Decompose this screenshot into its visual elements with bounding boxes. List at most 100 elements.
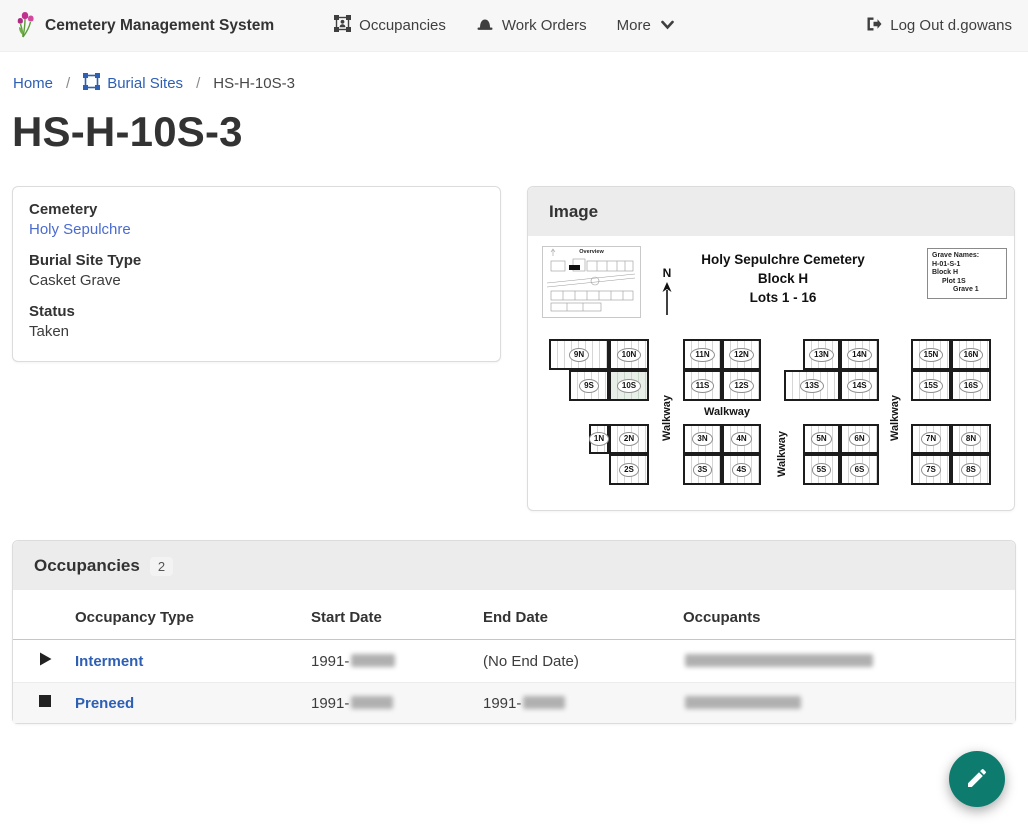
plot-label: 3N — [692, 432, 712, 446]
walkway-label: Walkway — [704, 406, 750, 418]
column-header-occupants: Occupants — [683, 590, 1015, 640]
pencil-icon — [965, 766, 989, 793]
plot-label: 5N — [811, 432, 831, 446]
plot-cell-9s: 9S — [569, 370, 609, 401]
plot-label: 16N — [959, 348, 984, 362]
plot-cell-8n: 8N — [951, 424, 991, 454]
breadcrumb-home-link[interactable]: Home — [13, 75, 53, 92]
edit-fab-button[interactable] — [949, 751, 1005, 807]
plot-map-image: Overview — [528, 236, 1014, 506]
plot-label: 13N — [809, 348, 834, 362]
burial-site-detail-page: Cemetery Management System Occupancies — [0, 0, 1028, 830]
end-date-text: (No End Date) — [483, 653, 579, 670]
walkway-label: Walkway — [776, 431, 788, 477]
nav-label: More — [617, 17, 651, 34]
start-date-prefix: 1991- — [311, 653, 349, 670]
walkway-label: Walkway — [889, 395, 901, 441]
plot-label: 15S — [919, 379, 943, 393]
plot-cell-14n: 14N — [840, 339, 879, 370]
column-header-start-date: Start Date — [311, 590, 483, 640]
logout-label: Log Out d.gowans — [890, 17, 1012, 34]
plot-label: 12S — [729, 379, 753, 393]
plot-label: 14N — [847, 348, 872, 362]
plot-cell-10s: 10S — [609, 370, 649, 401]
plot-cell-3n: 3N — [683, 424, 722, 454]
app-brand[interactable]: Cemetery Management System — [16, 10, 274, 42]
plot-label: 9N — [569, 348, 589, 362]
occupancies-header-label: Occupancies — [34, 556, 140, 576]
column-header-icon — [13, 590, 75, 640]
plot-cell-2s: 2S — [609, 454, 649, 485]
plot-label: 15N — [919, 348, 944, 362]
legend-line: Plot 1S — [932, 278, 1002, 287]
map-title: Holy Sepulchre Cemetery Block H Lots 1 -… — [648, 250, 918, 307]
field-value-status: Taken — [29, 323, 484, 340]
nav-label: Work Orders — [502, 17, 587, 34]
cemetery-link[interactable]: Holy Sepulchre — [29, 221, 131, 238]
occupancy-row-interment: Interment 1991- (No End Date) — [13, 640, 1015, 683]
plot-cell-12s: 12S — [722, 370, 761, 401]
column-header-occupancy-type: Occupancy Type — [75, 590, 311, 640]
field-label-cemetery: Cemetery — [29, 201, 484, 218]
plot-label: 6N — [849, 432, 869, 446]
end-date-prefix: 1991- — [483, 695, 521, 712]
breadcrumb-burial-sites-link[interactable]: Burial Sites — [83, 73, 183, 94]
breadcrumb-current: HS-H-10S-3 — [213, 75, 295, 92]
plot-label: 7N — [921, 432, 941, 446]
page-title: HS-H-10S-3 — [12, 108, 1028, 156]
nav-item-more[interactable]: More — [617, 17, 674, 34]
breadcrumb-separator: / — [66, 75, 70, 92]
redacted-end-date — [523, 696, 565, 709]
occupancies-card: Occupancies 2 Occupancy Type Start Date … — [12, 540, 1016, 724]
plot-label: 7S — [921, 463, 941, 477]
occupancy-row-preneed: Preneed 1991- 1991- — [13, 683, 1015, 724]
overview-inset-map: Overview — [542, 246, 641, 318]
breadcrumb-separator: / — [196, 75, 200, 92]
field-label-status: Status — [29, 303, 484, 320]
site-details-card: Cemetery Holy Sepulchre Burial Site Type… — [12, 186, 501, 362]
plot-label: 4N — [731, 432, 751, 446]
field-value-burial-site-type: Casket Grave — [29, 272, 484, 289]
nav-item-occupancies[interactable]: Occupancies — [334, 15, 446, 36]
occupancies-table: Occupancy Type Start Date End Date Occup… — [13, 590, 1015, 723]
redacted-occupants — [685, 654, 873, 667]
interment-link[interactable]: Interment — [75, 653, 143, 670]
plot-cell-5n: 5N — [803, 424, 840, 454]
plot-label: 9S — [579, 379, 599, 393]
legend-line: Grave Names: — [932, 252, 1002, 261]
breadcrumb-label: Burial Sites — [107, 75, 183, 92]
plot-label: 4S — [732, 463, 752, 477]
plot-cell-11s: 11S — [683, 370, 722, 401]
play-icon — [38, 654, 53, 671]
plot-label: 10S — [617, 379, 641, 393]
image-card-header: Image — [528, 187, 1014, 236]
plot-label: 2N — [619, 432, 639, 446]
column-header-end-date: End Date — [483, 590, 683, 640]
grave-names-legend: Grave Names: H-01-S-1 Block H Plot 1S Gr… — [927, 248, 1007, 299]
redacted-start-date — [351, 696, 393, 709]
nav-item-work-orders[interactable]: Work Orders — [476, 16, 587, 36]
plot-cell-16s: 16S — [951, 370, 991, 401]
walkway-label: Walkway — [661, 395, 673, 441]
plot-label: 13S — [800, 379, 824, 393]
logout-button[interactable]: Log Out d.gowans — [865, 16, 1012, 36]
chevron-down-icon — [661, 17, 674, 34]
plot-label: 12N — [729, 348, 754, 362]
plot-cell-4n: 4N — [722, 424, 761, 454]
preneed-link[interactable]: Preneed — [75, 695, 134, 712]
plot-label: 14S — [847, 379, 871, 393]
plot-label: 8S — [961, 463, 981, 477]
plot-cell-2n: 2N — [609, 424, 649, 454]
plot-cell-10n: 10N — [609, 339, 649, 370]
top-navbar: Cemetery Management System Occupancies — [0, 0, 1028, 52]
plot-cell-13s: 13S — [784, 370, 840, 401]
tulip-logo-icon — [16, 10, 36, 42]
plot-cell-6s: 6S — [840, 454, 879, 485]
plot-map: Overview — [528, 236, 1014, 506]
plot-cell-16n: 16N — [951, 339, 991, 370]
nav-label: Occupancies — [359, 17, 446, 34]
burial-sites-icon — [83, 73, 100, 94]
plot-cell-4s: 4S — [722, 454, 761, 485]
plot-label: 8N — [961, 432, 981, 446]
legend-line: H-01-S-1 — [932, 261, 1002, 270]
